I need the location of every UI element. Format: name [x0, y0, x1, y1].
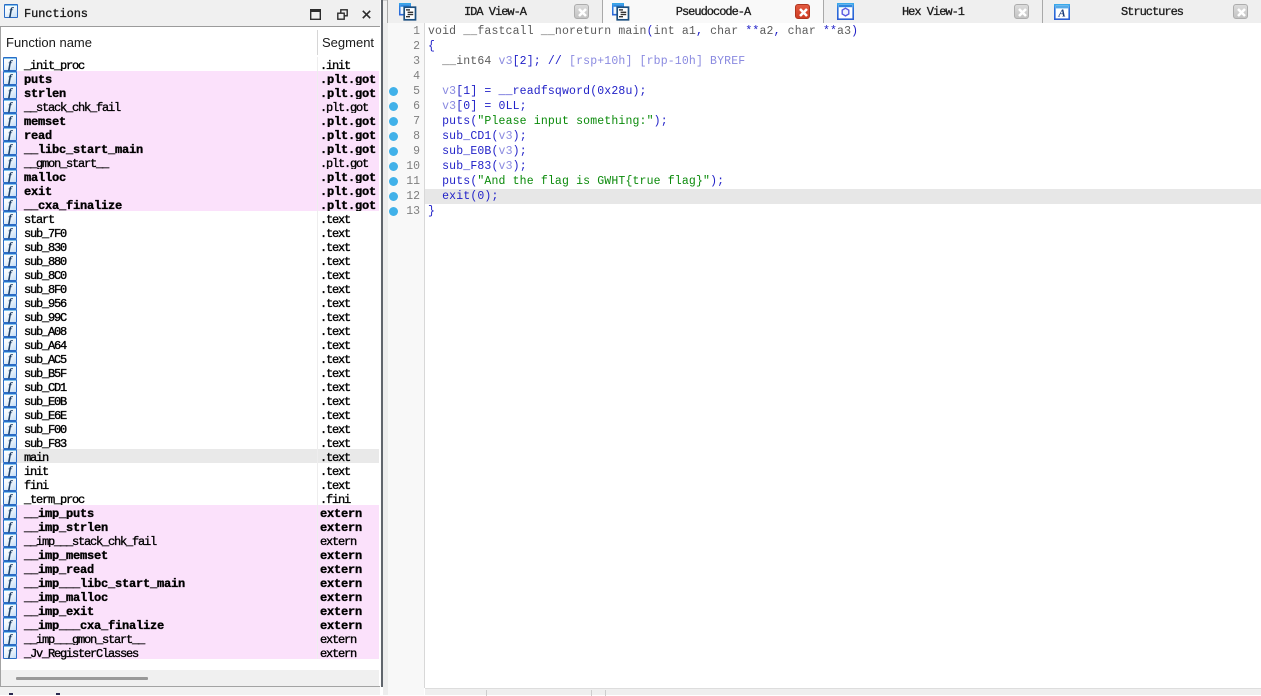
svg-text:A: A [1057, 8, 1065, 20]
